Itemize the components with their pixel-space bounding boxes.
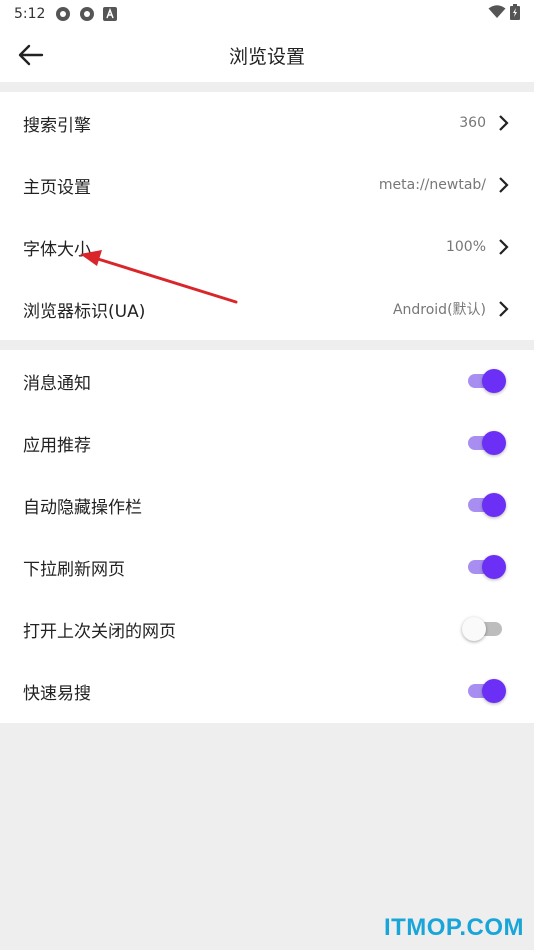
setting-quick-search: 快速易搜 — [0, 660, 534, 722]
toggle-switch[interactable] — [462, 617, 506, 641]
arrow-left-icon — [18, 44, 44, 66]
setting-value: meta://newtab/ — [378, 177, 486, 193]
setting-label: 消息通知 — [23, 373, 91, 394]
setting-label: 自动隐藏操作栏 — [23, 497, 142, 518]
back-button[interactable] — [16, 40, 46, 70]
setting-font-size[interactable]: 字体大小 100% — [0, 216, 534, 278]
setting-label: 主页设置 — [23, 177, 91, 198]
setting-auto-hide-toolbar: 自动隐藏操作栏 — [0, 474, 534, 536]
chevron-right-icon — [498, 238, 510, 256]
setting-label: 打开上次关闭的网页 — [23, 621, 176, 642]
setting-label: 快速易搜 — [23, 683, 91, 704]
setting-label: 下拉刷新网页 — [23, 559, 125, 580]
watermark: ITMOP.COM — [383, 914, 524, 941]
setting-message-notification: 消息通知 — [0, 350, 534, 412]
toggle-switch[interactable] — [468, 679, 506, 703]
app-a-icon — [103, 7, 118, 21]
setting-search-engine[interactable]: 搜索引擎 360 — [0, 92, 534, 154]
notification-icon — [55, 6, 71, 22]
chevron-right-icon — [498, 300, 510, 318]
setting-label: 浏览器标识(UA) — [23, 301, 146, 322]
wifi-icon — [488, 5, 506, 23]
setting-value: 100% — [445, 239, 486, 255]
toggle-switch[interactable] — [468, 555, 506, 579]
notification-icon — [79, 6, 95, 22]
setting-value: 360 — [459, 115, 486, 131]
toggle-switch[interactable] — [468, 431, 506, 455]
browse-settings-list: 搜索引擎 360 主页设置 meta://newtab/ 字体大小 100% 浏… — [0, 92, 534, 340]
setting-app-recommend: 应用推荐 — [0, 412, 534, 474]
battery-icon — [510, 4, 520, 24]
chevron-right-icon — [498, 114, 510, 132]
toggle-switch[interactable] — [468, 493, 506, 517]
setting-label: 应用推荐 — [23, 435, 91, 456]
setting-label: 字体大小 — [23, 239, 91, 260]
toggle-settings-list: 消息通知 应用推荐 自动隐藏操作栏 下拉刷新网页 打开上次关闭的网页 快速易搜 — [0, 350, 534, 723]
setting-user-agent[interactable]: 浏览器标识(UA) Android(默认) — [0, 278, 534, 340]
app-bar: 浏览设置 — [0, 28, 534, 82]
setting-pull-to-refresh: 下拉刷新网页 — [0, 536, 534, 598]
setting-restore-last-closed: 打开上次关闭的网页 — [0, 598, 534, 660]
setting-label: 搜索引擎 — [23, 115, 91, 136]
chevron-right-icon — [498, 176, 510, 194]
setting-value: Android(默认) — [392, 302, 486, 318]
status-time: 5:12 — [14, 6, 46, 22]
setting-homepage[interactable]: 主页设置 meta://newtab/ — [0, 154, 534, 216]
toggle-switch[interactable] — [468, 369, 506, 393]
status-bar: 5:12 — [0, 0, 534, 28]
page-title: 浏览设置 — [228, 45, 305, 68]
